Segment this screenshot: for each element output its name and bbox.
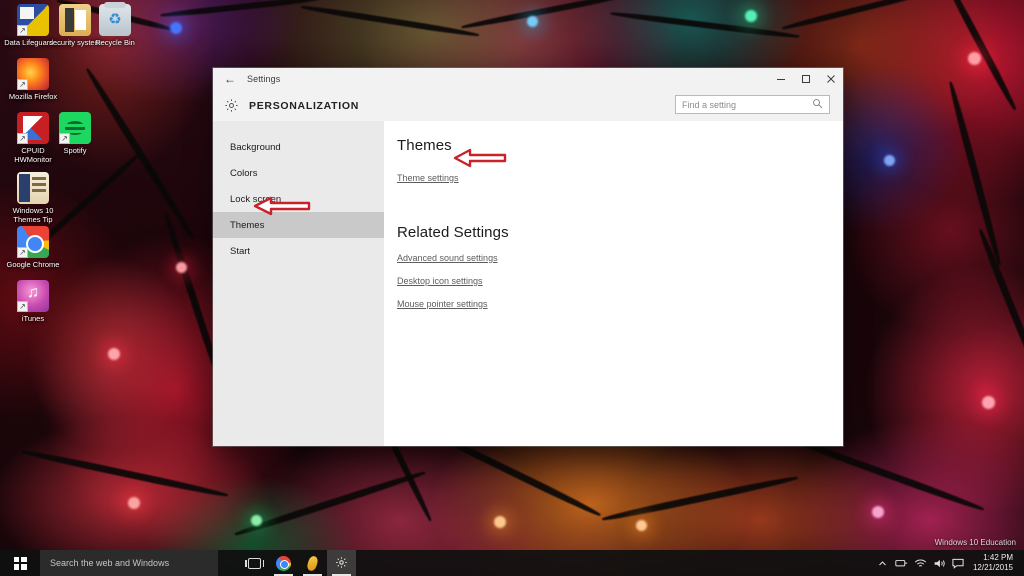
- maximize-button[interactable]: [793, 68, 818, 90]
- sidebar-item-colors[interactable]: Colors: [213, 160, 384, 186]
- sidebar-item-label: Colors: [230, 167, 258, 179]
- sidebar-item-background[interactable]: Background: [213, 134, 384, 160]
- search-icon: [812, 98, 823, 112]
- desktop-icon-windows10-themes-tip[interactable]: Windows 10 Themes Tip: [2, 172, 64, 224]
- shortcut-badge: ↗: [17, 25, 28, 36]
- shortcut-badge: ↗: [17, 133, 28, 144]
- sidebar-item-label: Start: [230, 245, 251, 257]
- advanced-sound-settings-link[interactable]: Advanced sound settings: [397, 253, 823, 263]
- clock-time: 1:42 PM: [983, 553, 1013, 562]
- window-body: Background Colors Lock screen Themes Sta…: [213, 121, 843, 446]
- settings-nav-pane[interactable]: Background Colors Lock screen Themes Sta…: [213, 121, 384, 446]
- desktop-icon-label: Spotify: [63, 146, 87, 155]
- settings-window[interactable]: ← Settings PERSONALIZATION Find a settin…: [213, 68, 843, 446]
- usb-device-icon[interactable]: [892, 550, 911, 576]
- system-tray[interactable]: 1:42 PM 12/21/2015: [873, 550, 1024, 576]
- close-button[interactable]: [818, 68, 843, 90]
- gear-icon: [221, 96, 241, 116]
- desktop-icon-spotify[interactable]: ↗ Spotify: [44, 112, 106, 155]
- back-button[interactable]: ←: [213, 68, 247, 90]
- itunes-icon: ↗: [17, 280, 49, 312]
- taskbar[interactable]: Search the web and Windows 1:42 PM 12/21…: [0, 550, 1024, 576]
- clock-date: 12/21/2015: [972, 563, 1013, 572]
- minimize-button[interactable]: [768, 68, 793, 90]
- task-view-icon: [245, 557, 264, 569]
- wifi-icon[interactable]: [911, 550, 930, 576]
- desktop-icon-recycle-bin[interactable]: Recycle Bin: [84, 2, 146, 47]
- taskbar-amber-app-button[interactable]: [298, 550, 327, 576]
- sidebar-item-lock-screen[interactable]: Lock screen: [213, 186, 384, 212]
- mouse-pointer-settings-link[interactable]: Mouse pointer settings: [397, 299, 823, 309]
- window-title: Settings: [247, 74, 281, 84]
- sidebar-item-label: Lock screen: [230, 193, 282, 205]
- related-settings-heading: Related Settings: [397, 224, 509, 241]
- desktop-icon-label: Mozilla Firefox: [8, 92, 58, 101]
- desktop-icon-google-chrome[interactable]: ↗ Google Chrome: [2, 226, 64, 269]
- firefox-icon: ↗: [17, 58, 49, 90]
- desktop-icon-settings-link[interactable]: Desktop icon settings: [397, 276, 823, 286]
- start-button[interactable]: [0, 550, 40, 576]
- related-links-list: Advanced sound settings Desktop icon set…: [397, 253, 823, 309]
- page-title: PERSONALIZATION: [249, 99, 360, 112]
- taskbar-buttons[interactable]: [240, 550, 356, 576]
- desktop-icon-mozilla-firefox[interactable]: ↗ Mozilla Firefox: [2, 58, 64, 101]
- shortcut-badge: ↗: [59, 133, 70, 144]
- recycle-bin-icon: [99, 2, 131, 36]
- chrome-icon: [276, 555, 291, 571]
- sidebar-item-themes[interactable]: Themes: [213, 212, 384, 238]
- gear-icon: [335, 556, 348, 571]
- desktop-icon-itunes[interactable]: ↗ iTunes: [2, 280, 64, 323]
- spotify-icon: ↗: [59, 112, 91, 144]
- sidebar-item-label: Background: [230, 141, 281, 153]
- windows-logo-icon: [13, 556, 27, 570]
- desktop-icon-label: Windows 10 Themes Tip: [12, 206, 54, 224]
- volume-icon[interactable]: [930, 550, 949, 576]
- chrome-icon: ↗: [17, 226, 49, 258]
- sidebar-item-label: Themes: [230, 219, 265, 231]
- find-a-setting-box[interactable]: [675, 95, 830, 114]
- taskbar-search-box[interactable]: Search the web and Windows: [40, 550, 218, 576]
- taskbar-search-placeholder: Search the web and Windows: [50, 558, 170, 568]
- personalization-header: PERSONALIZATION: [213, 90, 843, 121]
- themes-tip-icon: [17, 172, 49, 204]
- shortcut-badge: ↗: [17, 247, 28, 258]
- theme-settings-link[interactable]: Theme settings: [397, 173, 459, 183]
- desktop-icon-label: Google Chrome: [6, 260, 60, 269]
- show-hidden-icons-icon[interactable]: [873, 550, 892, 576]
- action-center-icon[interactable]: [949, 550, 968, 576]
- amber-app-icon: [305, 554, 320, 572]
- window-title-bar[interactable]: ← Settings: [213, 68, 843, 90]
- sidebar-item-start[interactable]: Start: [213, 238, 384, 264]
- desktop[interactable]: ↗ Data Lifeguard ... security system Rec…: [0, 0, 1024, 576]
- desktop-icon-label: Recycle Bin: [95, 38, 135, 47]
- taskbar-settings-button[interactable]: [327, 550, 356, 576]
- window-controls[interactable]: [768, 68, 843, 90]
- desktop-icon-label: iTunes: [21, 314, 45, 323]
- themes-heading: Themes: [397, 137, 452, 154]
- taskbar-chrome-button[interactable]: [269, 550, 298, 576]
- taskbar-clock[interactable]: 1:42 PM 12/21/2015: [968, 553, 1020, 573]
- task-view-button[interactable]: [240, 550, 269, 576]
- shortcut-badge: ↗: [17, 79, 28, 90]
- windows-edition-watermark: Windows 10 Education: [934, 538, 1016, 547]
- search-input[interactable]: [682, 99, 812, 110]
- shortcut-badge: ↗: [17, 301, 28, 312]
- settings-content-pane: Themes Theme settings Related Settings A…: [384, 121, 843, 446]
